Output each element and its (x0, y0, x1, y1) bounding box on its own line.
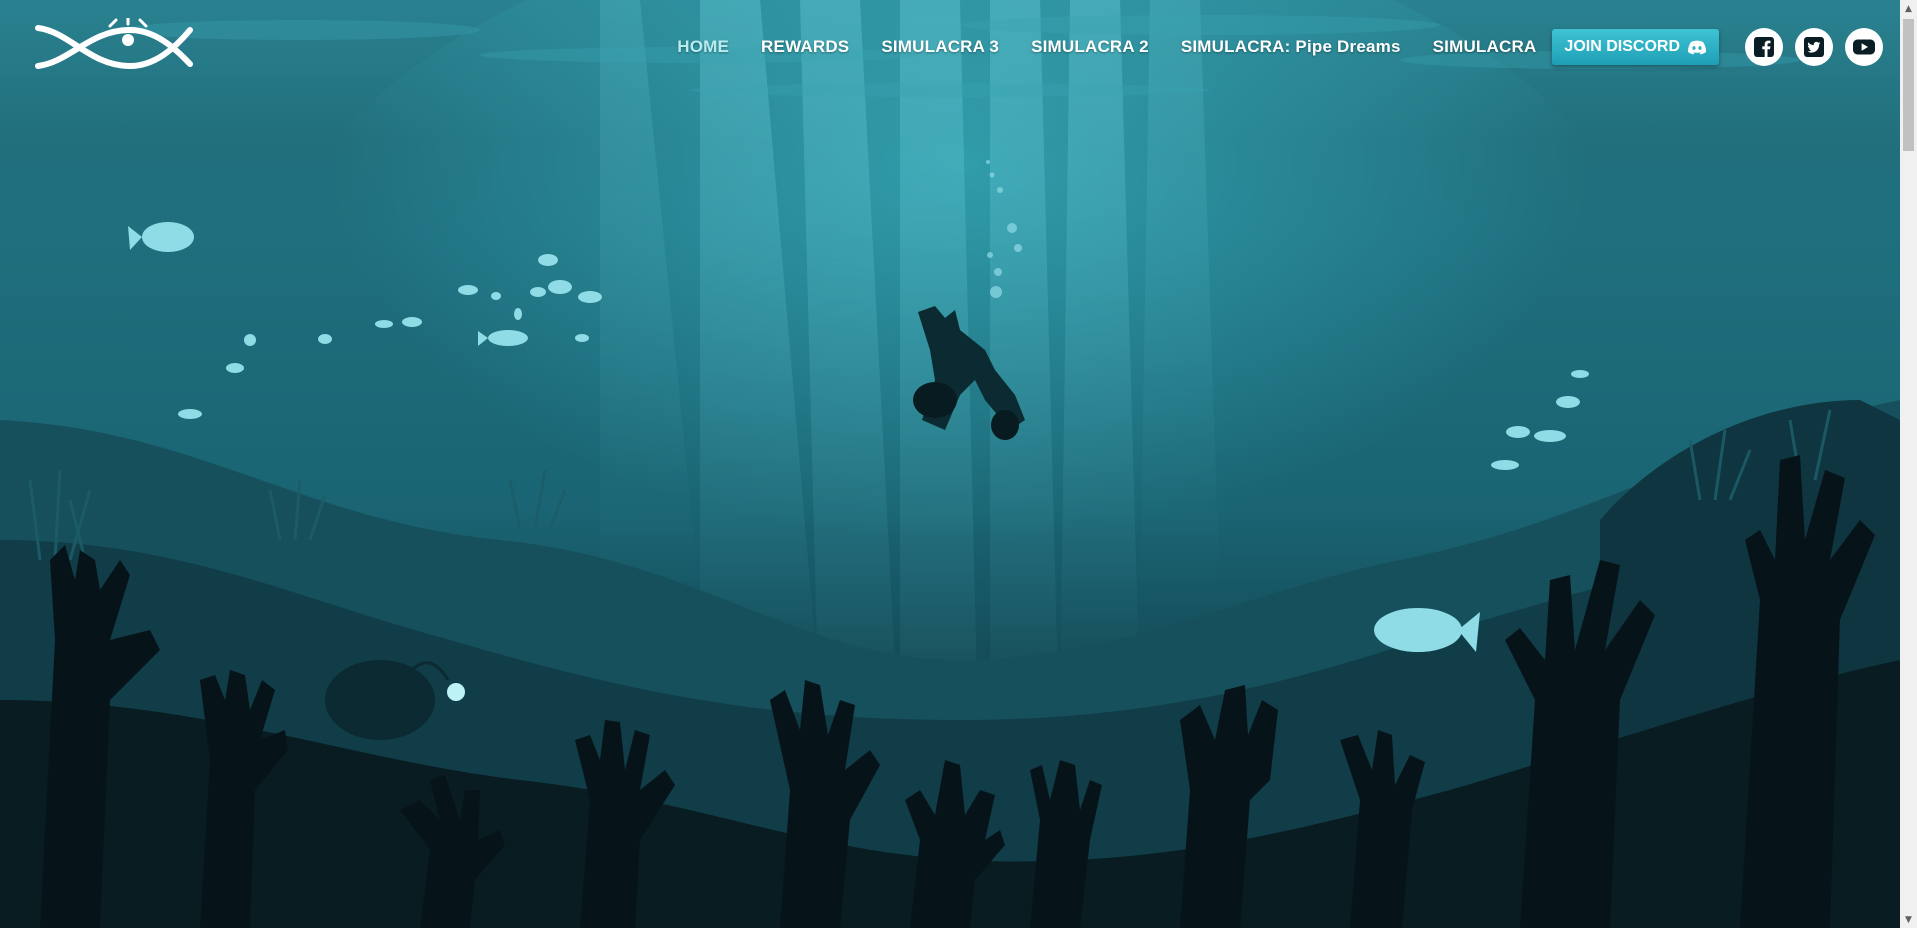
main-nav: HOME REWARDS SIMULACRA 3 SIMULACRA 2 SIM… (677, 26, 1883, 68)
facebook-link[interactable] (1745, 28, 1783, 66)
fish-eye-logo[interactable] (30, 18, 198, 76)
page: HOME REWARDS SIMULACRA 3 SIMULACRA 2 SIM… (0, 0, 1917, 928)
nav-simulacra-3[interactable]: SIMULACRA 3 (881, 37, 999, 57)
nav-rewards[interactable]: REWARDS (761, 37, 849, 57)
page-scrollbar[interactable]: ▲ ▼ (1900, 0, 1917, 928)
nav-home[interactable]: HOME (677, 37, 729, 57)
join-discord-button[interactable]: JOIN DISCORD (1552, 29, 1719, 65)
youtube-link[interactable] (1845, 28, 1883, 66)
nav-simulacra-pipe-dreams[interactable]: SIMULACRA: Pipe Dreams (1181, 37, 1401, 57)
twitter-link[interactable] (1795, 28, 1833, 66)
scroll-down-arrow-icon[interactable]: ▼ (1900, 911, 1917, 928)
twitter-icon (1804, 37, 1824, 57)
nav-simulacra-2[interactable]: SIMULACRA 2 (1031, 37, 1149, 57)
youtube-icon (1853, 39, 1875, 55)
nav-simulacra[interactable]: SIMULACRA (1433, 37, 1537, 57)
hero-underwater-scene (0, 0, 1900, 928)
scrollbar-thumb[interactable] (1903, 19, 1914, 151)
facebook-icon (1754, 37, 1774, 57)
scroll-up-arrow-icon[interactable]: ▲ (1900, 0, 1917, 17)
join-discord-label: JOIN DISCORD (1564, 38, 1680, 55)
discord-icon (1688, 40, 1706, 54)
